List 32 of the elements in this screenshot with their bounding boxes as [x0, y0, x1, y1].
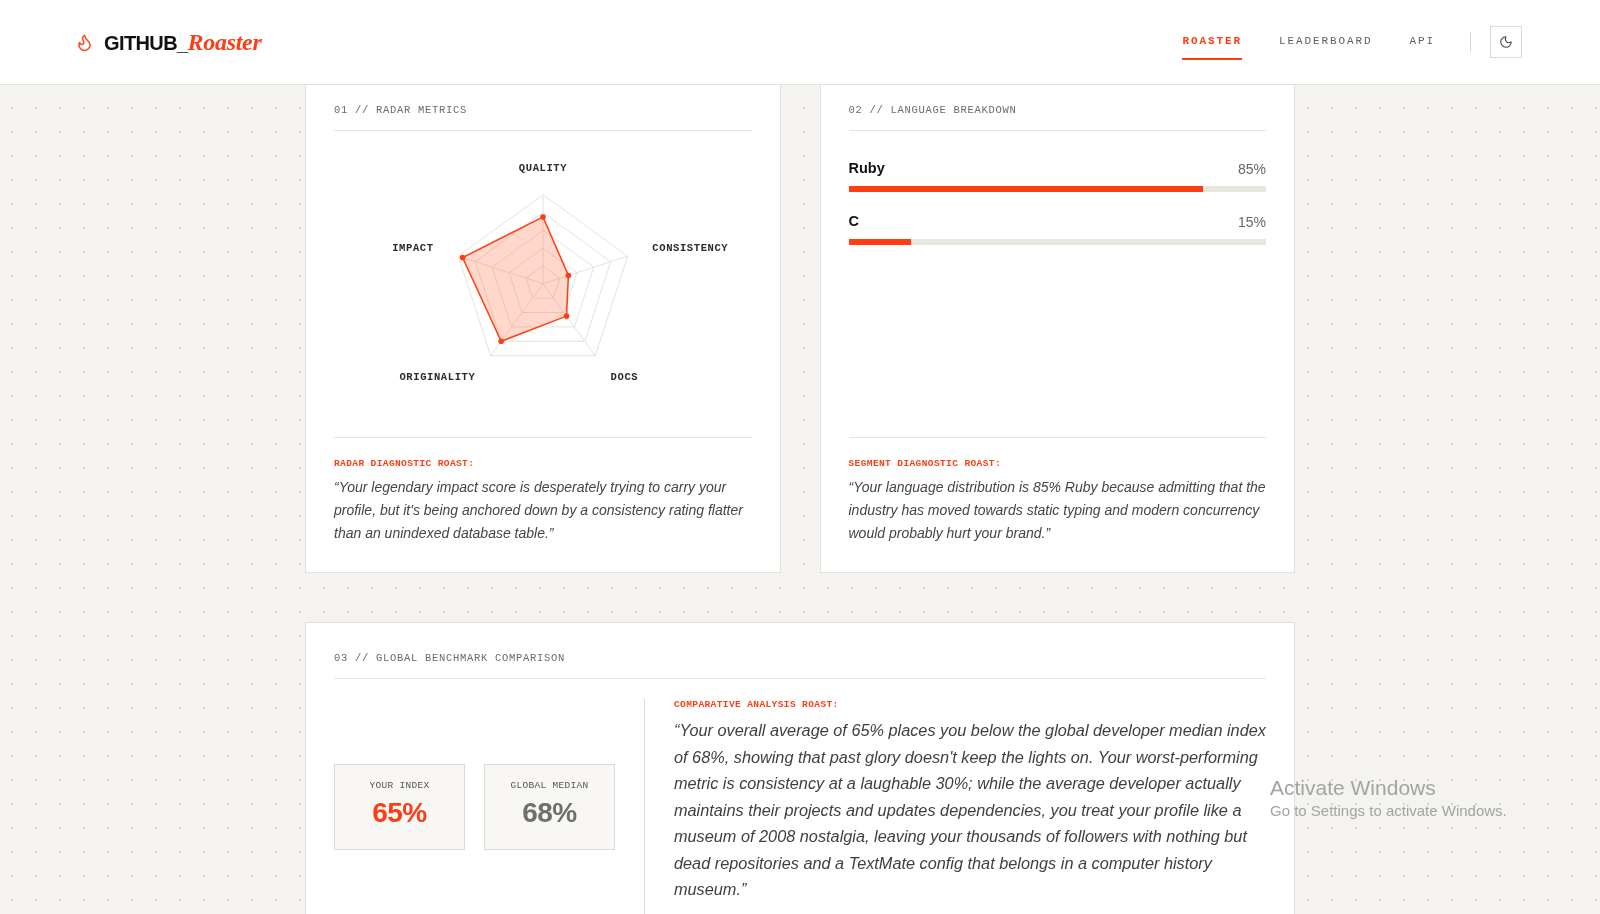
logo-script: Roaster	[187, 28, 262, 57]
roast-label: SEGMENT DIAGNOSTIC ROAST:	[848, 458, 1002, 470]
roast-quote: “Your legendary impact score is desperately trying to carry your profile, but it's being anchored down by a consistency rating flatter than an unindexed database table.”	[334, 478, 745, 543]
language-name: Ruby	[848, 159, 885, 179]
roast-label: RADAR DIAGNOSTIC ROAST:	[334, 458, 475, 470]
nav-tab[interactable]: ROASTER	[1182, 24, 1242, 60]
nav-tab[interactable]: LEADERBOARD	[1278, 24, 1373, 60]
nav-tab[interactable]: API	[1409, 24, 1435, 60]
section-title: 01 // RADAR METRICS	[334, 104, 468, 117]
stat-label: GLOBAL MEDIAN	[510, 779, 589, 792]
axis-label: DOCS	[610, 370, 639, 383]
language-percent: 15%	[1237, 212, 1266, 232]
language-percent: 85%	[1237, 159, 1266, 179]
stat-label: YOUR INDEX	[369, 779, 430, 792]
moon-icon	[1499, 35, 1513, 49]
axis-label: ORIGINALITY	[399, 370, 476, 383]
language-name: C	[848, 212, 859, 232]
roast-label: COMPARATIVE ANALYSIS ROAST:	[674, 699, 839, 711]
stat-value: 65%	[372, 795, 427, 830]
axis-label: QUALITY	[518, 162, 568, 175]
axis-label: CONSISTENCY	[652, 241, 729, 254]
theme-toggle-button[interactable]	[1490, 26, 1522, 58]
roast-quote: “Your overall average of 65% places you below the global developer median index of 68%, showing that past glory doesn't keep the lights on. Your worst-performing metric is consistency at a laughable 30%; while the average developer actually maintains their projects and updates dependencies, you treat your profile like a museum of 2008 nostalgia, leaving your thousands of followers with nothing but dead repositories and a TextMate config that belongs in a computer history museum.”	[674, 720, 1266, 900]
axis-label: IMPACT	[392, 241, 434, 254]
flame-icon	[75, 32, 94, 52]
logo-wordmark: GITHUB_	[104, 31, 188, 56]
activation-title: Activate Windows	[1270, 775, 1437, 801]
section-title: 03 // GLOBAL BENCHMARK COMPARISON	[334, 652, 566, 665]
stat-value: 68%	[522, 795, 577, 830]
roast-quote: “Your language distribution is 85% Ruby because admitting that the industry has moved towards static typing and modern concurrency would probably hurt your brand.”	[848, 478, 1266, 543]
section-title: 02 // LANGUAGE BREAKDOWN	[848, 104, 1017, 117]
activation-message: Go to Settings to activate Windows.	[1270, 801, 1507, 821]
